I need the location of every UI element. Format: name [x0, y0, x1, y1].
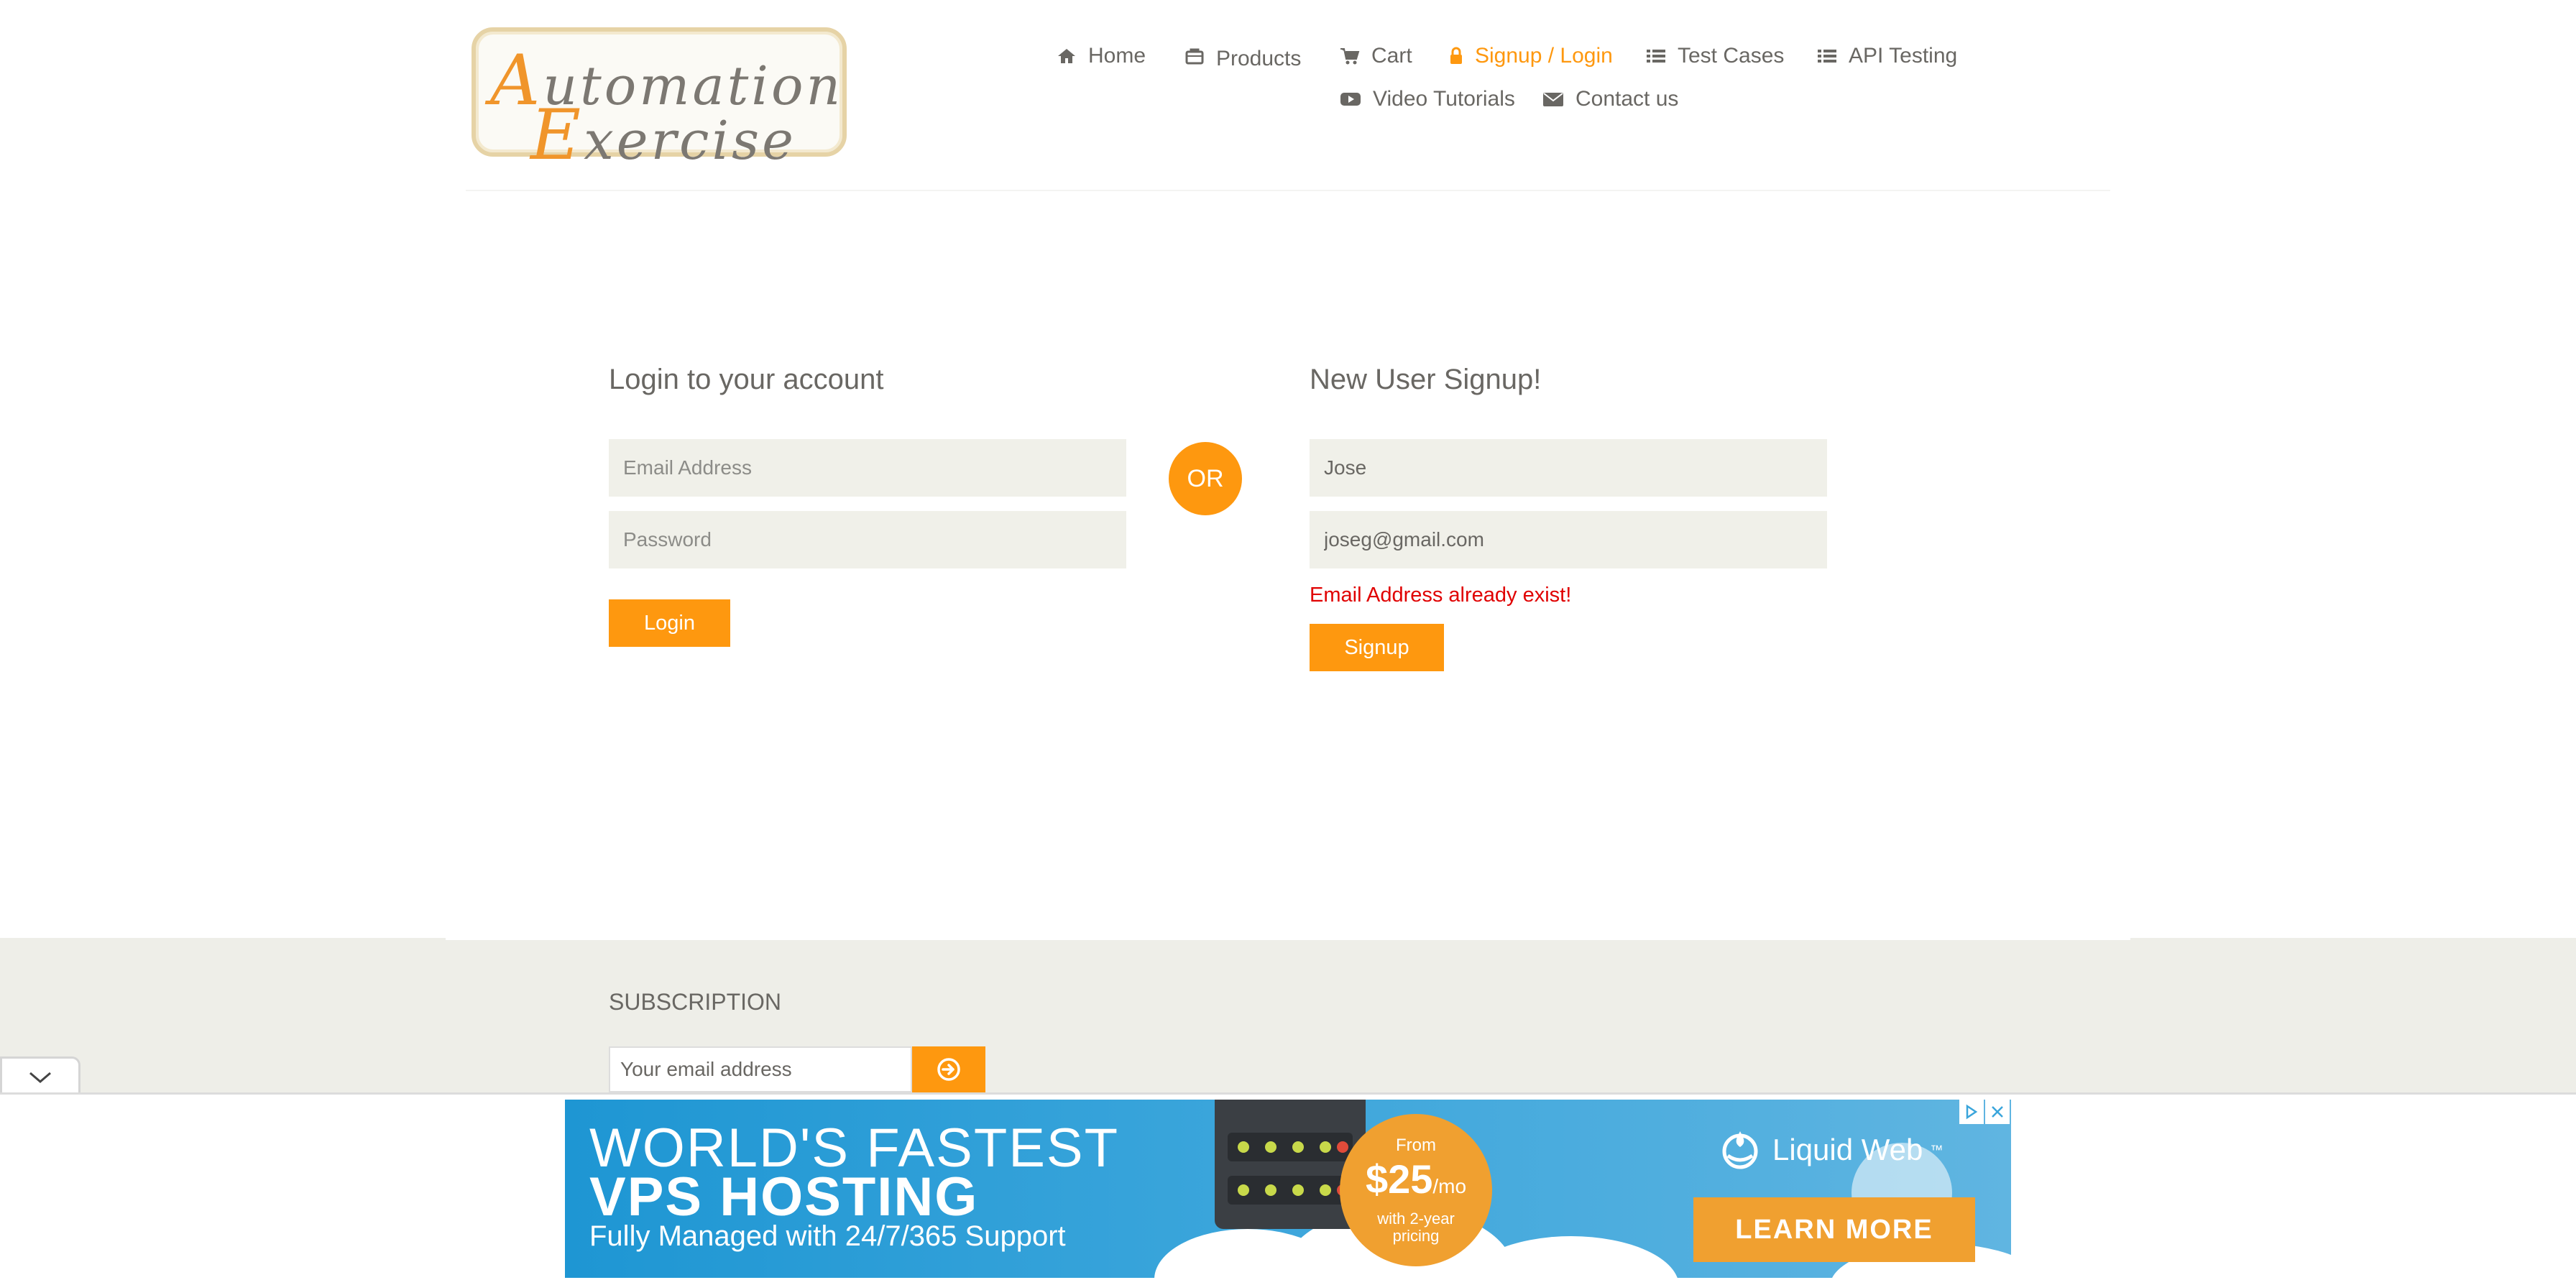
ad-price-note: with 2-year pricing — [1377, 1210, 1455, 1245]
logo-line-2: Exercise — [530, 95, 796, 175]
ad-brand: Liquid Web ™ — [1715, 1127, 1943, 1173]
nav-test-cases[interactable]: Test Cases — [1646, 44, 1784, 68]
header-divider — [466, 190, 2110, 191]
cart-icon — [1340, 48, 1360, 65]
lock-icon — [1450, 47, 1462, 64]
liquid-web-logo-icon — [1722, 1131, 1758, 1169]
ad-price-badge: From $25/mo with 2-year pricing — [1340, 1114, 1492, 1266]
nav-products-label: Products — [1216, 47, 1302, 70]
nav-video-tutorials-label: Video Tutorials — [1373, 87, 1515, 111]
youtube-icon — [1340, 93, 1361, 106]
ad-collapse-tab[interactable] — [0, 1056, 80, 1095]
nav-api-testing-label: API Testing — [1849, 44, 1958, 68]
ad-banner[interactable]: WORLD'S FASTEST VPS HOSTING Fully Manage… — [565, 1100, 2011, 1278]
signup-button[interactable]: Signup — [1310, 624, 1444, 671]
nav-signup-login[interactable]: Signup / Login — [1449, 44, 1613, 68]
envelope-icon — [1543, 93, 1563, 106]
subscribe-button[interactable] — [912, 1046, 985, 1092]
nav-cart-label: Cart — [1371, 44, 1412, 68]
or-divider: OR — [1169, 442, 1242, 515]
ad-price-from: From — [1396, 1136, 1436, 1155]
subscription-email-input[interactable] — [609, 1046, 912, 1092]
nav-home-label: Home — [1088, 44, 1146, 68]
footer-seam — [446, 938, 2130, 940]
home-icon — [1058, 49, 1075, 63]
nav-cart[interactable]: Cart — [1340, 44, 1412, 68]
signup-error-message: Email Address already exist! — [1310, 584, 1572, 607]
list-icon — [1818, 50, 1836, 63]
subscription-title: SUBSCRIPTION — [609, 989, 782, 1015]
nav-api-testing[interactable]: API Testing — [1817, 44, 1957, 68]
login-button[interactable]: Login — [609, 599, 730, 647]
nav-home[interactable]: Home — [1057, 44, 1146, 68]
list-icon — [1647, 50, 1665, 63]
ad-choices-icon[interactable] — [1959, 1100, 1984, 1124]
login-title: Login to your account — [609, 364, 884, 395]
ad-price-amount: $25/mo — [1365, 1156, 1467, 1202]
login-email-field[interactable] — [609, 439, 1126, 497]
chevron-down-icon — [29, 1072, 51, 1083]
ad-brand-name: Liquid Web — [1772, 1133, 1923, 1166]
nav-products[interactable]: Products — [1184, 44, 1302, 70]
site-logo[interactable]: Automation Exercise — [472, 27, 847, 175]
nav-contact-us[interactable]: Contact us — [1542, 87, 1678, 111]
nav-signup-login-label: Signup / Login — [1475, 44, 1613, 68]
signup-title: New User Signup! — [1310, 364, 1542, 395]
login-password-field[interactable] — [609, 511, 1126, 568]
ad-close-icon[interactable] — [1985, 1100, 2010, 1124]
ad-brand-tm: ™ — [1930, 1142, 1944, 1157]
nav-contact-us-label: Contact us — [1576, 87, 1679, 111]
ad-headline-2: VPS HOSTING — [589, 1166, 979, 1228]
nav-test-cases-label: Test Cases — [1678, 44, 1785, 68]
signup-email-field[interactable] — [1310, 511, 1827, 568]
ad-learn-more-button[interactable]: LEARN MORE — [1693, 1197, 1975, 1262]
ad-subline: Fully Managed with 24/7/365 Support — [589, 1220, 1066, 1252]
shopping-bag-icon — [1185, 48, 1204, 65]
signup-name-field[interactable] — [1310, 439, 1827, 497]
nav-video-tutorials[interactable]: Video Tutorials — [1340, 87, 1515, 111]
arrow-circle-right-icon — [937, 1058, 960, 1081]
